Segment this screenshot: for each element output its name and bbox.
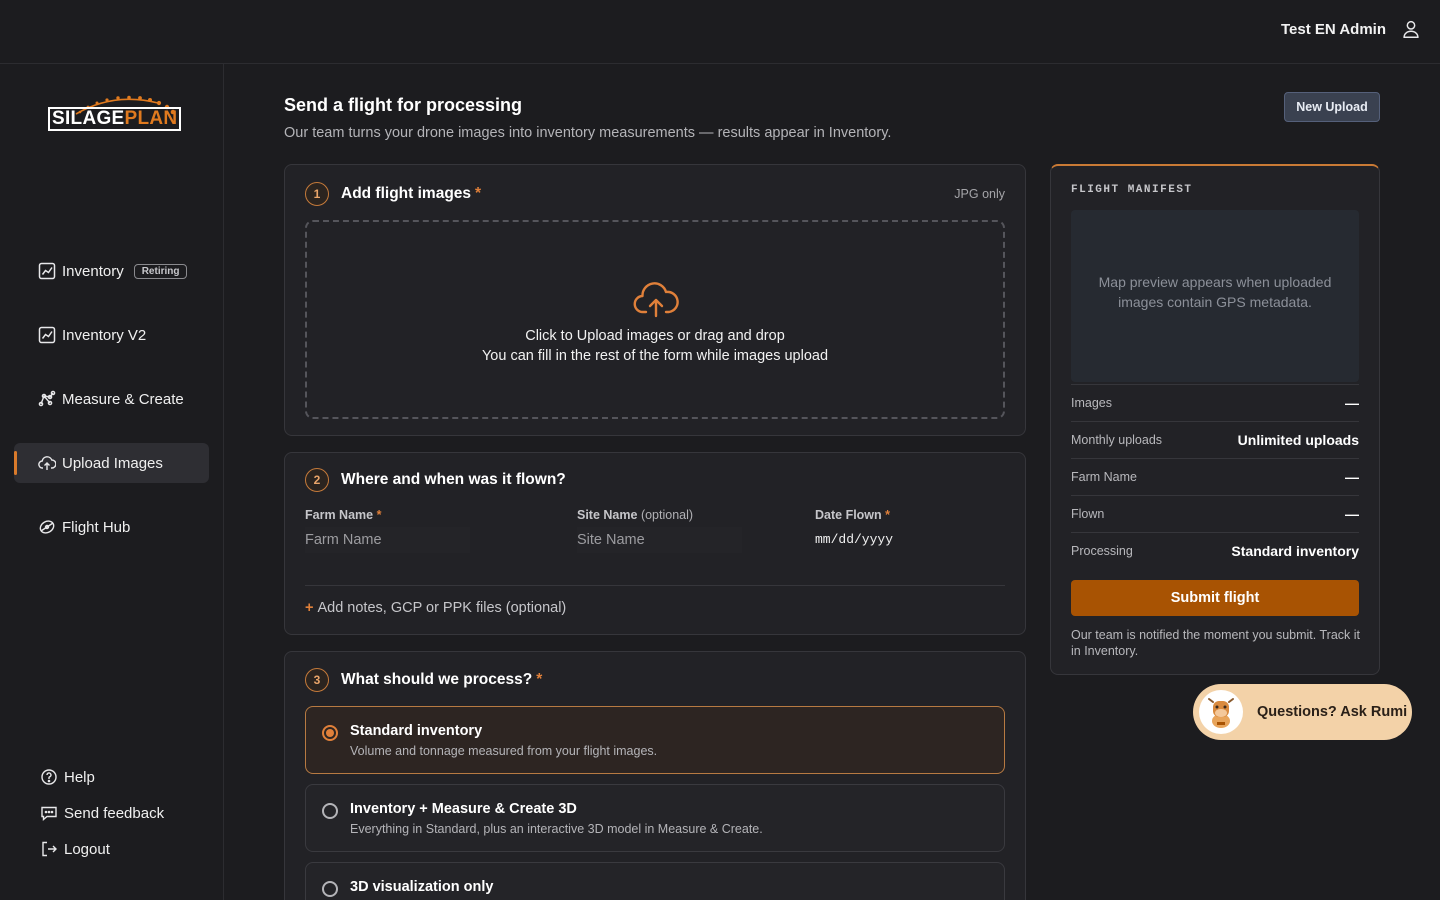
plus-icon: + [305, 600, 314, 616]
logout-label: Logout [64, 840, 110, 858]
retiring-badge: Retiring [133, 263, 188, 279]
step-3-header: 3 What should we process? * [305, 668, 542, 692]
user-icon[interactable] [1400, 18, 1422, 40]
new-upload-button[interactable]: New Upload [1284, 92, 1380, 122]
sidebar-item-upload-images[interactable]: Upload Images [14, 443, 209, 483]
map-preview: Map preview appears when uploaded images… [1071, 210, 1359, 382]
map-preview-text: Map preview appears when uploaded images… [1098, 274, 1332, 310]
chart-icon [38, 262, 56, 280]
step-title: Where and when was it flown? [341, 471, 566, 488]
image-dropzone[interactable]: Click to Upload images or drag and drop … [305, 220, 1005, 419]
page-subtitle: Our team turns your drone images into in… [284, 125, 892, 141]
drone-icon [39, 520, 55, 534]
step-title: Add flight images * [341, 185, 482, 202]
logout-icon [42, 841, 57, 857]
farm-name-input[interactable] [305, 527, 470, 553]
ask-rumi-button[interactable]: Questions? Ask Rumi [1193, 684, 1412, 740]
dropzone-primary-text: Click to Upload images or drag and drop [525, 328, 785, 344]
date-flown-label: Date Flown * [815, 508, 891, 522]
help-link[interactable]: Help [40, 768, 95, 786]
farm-name-label: Farm Name * [305, 508, 382, 522]
manifest-row-monthly-uploads: Monthly uploads Unlimited uploads [1071, 421, 1359, 458]
measure-icon [38, 390, 56, 407]
site-name-input[interactable] [577, 527, 742, 553]
help-icon [41, 769, 57, 785]
step-number: 1 [305, 182, 329, 206]
sidebar-item-inventory[interactable]: Inventory Retiring [14, 251, 209, 291]
date-flown-input[interactable]: mm/dd/yyyy [815, 532, 893, 547]
option-description: Everything in Standard, plus an interact… [350, 822, 763, 836]
submit-flight-button[interactable]: Submit flight [1071, 580, 1359, 616]
help-label: Help [64, 768, 95, 786]
step-2-header: 2 Where and when was it flown? [305, 468, 566, 492]
option-3d-visualization[interactable]: 3D visualization only [305, 862, 1005, 900]
sidebar: SILAGEPLAN Inventory Retiring Inventory … [0, 64, 224, 900]
manifest-title: FLIGHT MANIFEST [1071, 184, 1193, 196]
flight-details-card: 2 Where and when was it flown? Farm Name… [284, 452, 1026, 635]
ask-rumi-label: Questions? Ask Rumi [1257, 704, 1408, 720]
radio-unselected[interactable] [322, 881, 338, 897]
manifest-row-processing: Processing Standard inventory [1071, 532, 1359, 569]
sidebar-item-label: Flight Hub [62, 518, 131, 536]
user-menu[interactable]: Test EN Admin [1281, 18, 1422, 40]
processing-card: 3 What should we process? * Standard inve… [284, 651, 1026, 900]
silageplan-logo[interactable]: SILAGEPLAN [46, 94, 186, 136]
sidebar-item-label: Inventory [62, 262, 124, 280]
sidebar-item-label: Measure & Create [62, 390, 184, 408]
option-title: 3D visualization only [350, 879, 494, 895]
sidebar-item-flight-hub[interactable]: Flight Hub [14, 507, 209, 547]
submit-note: Our team is notified the moment you subm… [1071, 628, 1361, 658]
radio-selected[interactable] [322, 725, 338, 741]
manifest-row-farm-name: Farm Name — [1071, 458, 1359, 495]
cow-mascot-icon [1208, 698, 1234, 728]
manifest-row-flown: Flown — [1071, 495, 1359, 532]
send-feedback-link[interactable]: Send feedback [40, 804, 164, 822]
page-title: Send a flight for processing [284, 95, 523, 115]
rumi-avatar [1199, 690, 1243, 734]
divider [305, 585, 1005, 586]
user-name: Test EN Admin [1280, 20, 1386, 38]
top-bar: Test EN Admin [0, 0, 1440, 64]
step-1-header: 1 Add flight images * [305, 182, 481, 206]
dropzone-secondary-text: You can fill in the rest of the form whi… [481, 348, 829, 364]
sidebar-item-label: Inventory V2 [62, 326, 147, 344]
feedback-icon [41, 806, 57, 822]
option-inventory-3d[interactable]: Inventory + Measure & Create 3D Everythi… [305, 784, 1005, 852]
flight-manifest-panel: FLIGHT MANIFEST Map preview appears when… [1050, 164, 1380, 675]
option-standard-inventory[interactable]: Standard inventory Volume and tonnage me… [305, 706, 1005, 774]
upload-cloud-icon [633, 282, 679, 318]
logo-text: SILAGEPLAN [48, 107, 182, 131]
chart-icon [38, 326, 56, 344]
manifest-row-images: Images — [1071, 384, 1359, 421]
logout-link[interactable]: Logout [40, 840, 110, 858]
step-number: 2 [305, 468, 329, 492]
site-name-label: Site Name (optional) [577, 508, 694, 522]
option-title: Inventory + Measure & Create 3D [350, 801, 577, 817]
add-notes-link[interactable]: + Add notes, GCP or PPK files (optional) [305, 600, 566, 616]
format-note: JPG only [954, 187, 1005, 201]
radio-unselected[interactable] [322, 803, 338, 819]
step-number: 3 [305, 668, 329, 692]
option-description: Volume and tonnage measured from your fl… [350, 744, 658, 758]
option-title: Standard inventory [350, 723, 483, 739]
step-title: What should we process? * [341, 671, 543, 688]
add-images-card: 1 Add flight images * JPG only Click to U… [284, 164, 1026, 436]
cloud-upload-icon [38, 456, 56, 470]
sidebar-item-measure-create[interactable]: Measure & Create [14, 379, 209, 419]
feedback-label: Send feedback [64, 804, 165, 822]
sidebar-item-label: Upload Images [62, 454, 163, 472]
sidebar-item-inventory-v2[interactable]: Inventory V2 [14, 315, 209, 355]
